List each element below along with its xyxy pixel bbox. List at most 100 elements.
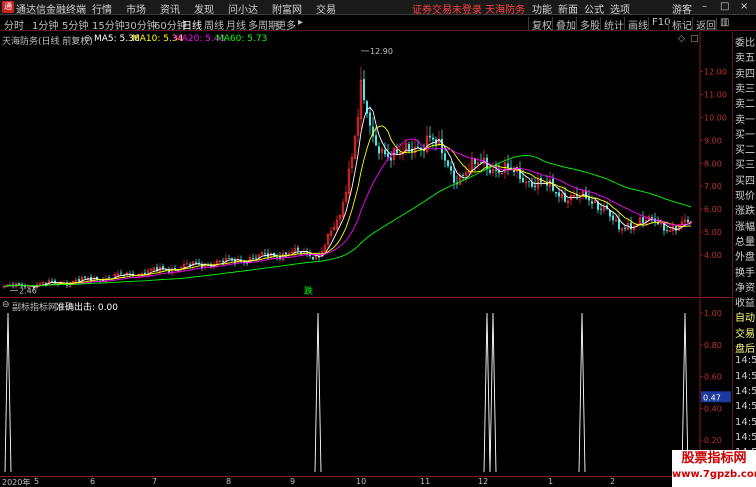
quote-field-label[interactable]: 盘后 bbox=[735, 340, 755, 355]
login-notice[interactable]: 证券交易未登录 天海防务 bbox=[412, 1, 525, 16]
quote-field-label[interactable]: 自动 bbox=[735, 309, 755, 324]
menu-wenxiaoda[interactable]: 问小达 bbox=[228, 1, 258, 16]
date-label: 5 bbox=[34, 477, 40, 486]
layout-icon[interactable]: ▥ bbox=[716, 17, 729, 30]
indicator-panel[interactable]: 1.00 0.80 0.60 0.40 0.20 0.47 ⊖ 副标指标网 准确出击: 0… bbox=[0, 299, 732, 476]
candle-down bbox=[600, 208, 602, 210]
quote-field-label: 买四 bbox=[735, 175, 755, 187]
period-toolbar: 分时 1分钟 5分钟 15分钟 30分钟 60分钟 日线 周线 月线 多周期 更… bbox=[0, 16, 756, 32]
candle-down bbox=[453, 170, 455, 183]
tab-minute[interactable]: 分时 bbox=[4, 17, 24, 32]
stats-button[interactable]: 统计 bbox=[600, 17, 624, 32]
indicator-collapse-icon[interactable]: ⊖ bbox=[2, 300, 10, 310]
quote-field-label: 外盘 bbox=[735, 252, 755, 264]
candle-down bbox=[534, 185, 536, 188]
price-tick-label: 10.00 bbox=[704, 113, 727, 122]
menu-options[interactable]: 选项 bbox=[610, 1, 630, 16]
candle-down bbox=[120, 272, 122, 274]
date-label: 9 bbox=[290, 477, 296, 486]
quote-field-label: 买一 bbox=[735, 129, 755, 141]
date-label: 7 bbox=[152, 477, 158, 486]
price-tick-label: 5.00 bbox=[704, 228, 722, 237]
collapse-icon[interactable]: ⊖ bbox=[84, 34, 92, 44]
menu-formula[interactable]: 公式 bbox=[584, 1, 604, 16]
candle-down bbox=[312, 257, 314, 260]
tab-1min[interactable]: 1分钟 bbox=[32, 17, 58, 32]
candle-down bbox=[558, 192, 560, 197]
menu-new-page[interactable]: 新面 bbox=[558, 1, 578, 16]
candle-down bbox=[612, 215, 614, 221]
quote-field-label: 涨幅 bbox=[735, 221, 755, 233]
mark-button[interactable]: 标记 bbox=[668, 17, 692, 32]
candle-up bbox=[185, 263, 189, 265]
candle-down bbox=[78, 279, 80, 282]
quote-field-label: 现价 bbox=[735, 191, 755, 202]
quote-field-label: 卖二 bbox=[735, 99, 755, 111]
signal-spike bbox=[489, 312, 497, 473]
back-button[interactable]: 返回 bbox=[692, 17, 716, 32]
stock-name-label: 天海防务(日线 前复权) bbox=[2, 37, 93, 47]
multi-stock-button[interactable]: 多股 bbox=[576, 17, 600, 32]
low-price-label: 2.46 bbox=[19, 286, 37, 295]
minimize-icon[interactable]: – bbox=[702, 1, 707, 12]
candle-down bbox=[591, 201, 593, 204]
signal-marker: 跌 bbox=[304, 286, 313, 297]
menu-futures[interactable]: 附富网 bbox=[272, 1, 302, 16]
date-label: 2020年 bbox=[2, 478, 31, 487]
price-chart-panel[interactable]: 12.00 11.00 10.00 9.00 8.00 7.00 6.00 5.00 4.00 1… bbox=[0, 32, 732, 298]
menu-quotes[interactable]: 行情 bbox=[92, 1, 112, 16]
tab-5min[interactable]: 5分钟 bbox=[62, 17, 88, 32]
indicator-tick-label: 0.20 bbox=[704, 436, 722, 445]
expand-icon[interactable]: □ bbox=[690, 34, 699, 44]
candle-down bbox=[255, 257, 257, 259]
price-tick-label: 8.00 bbox=[704, 159, 722, 168]
tab-monthly[interactable]: 月线 bbox=[226, 17, 246, 32]
indicator-chart[interactable]: 1.00 0.80 0.60 0.40 0.20 0.47 bbox=[0, 299, 732, 476]
settings-diamond-icon[interactable]: ◇ bbox=[678, 34, 685, 44]
tab-15min[interactable]: 15分钟 bbox=[92, 17, 125, 32]
signal-spike bbox=[314, 312, 322, 473]
tab-more[interactable]: 更多 bbox=[276, 17, 296, 32]
candle-down bbox=[84, 276, 86, 278]
candle-down bbox=[285, 252, 287, 255]
price-tick-label: 4.00 bbox=[704, 251, 722, 260]
price-tick-label: 6.00 bbox=[704, 205, 722, 214]
tab-weekly[interactable]: 周线 bbox=[204, 17, 224, 32]
candle-down bbox=[666, 230, 668, 232]
quote-field-label: 卖一 bbox=[735, 114, 755, 126]
more-chevron-icon[interactable]: ▸ bbox=[298, 17, 303, 28]
adjust-button[interactable]: 复权 bbox=[528, 17, 552, 32]
candle-down bbox=[528, 181, 530, 182]
date-label: 12 bbox=[478, 477, 489, 486]
draw-line-button[interactable]: 画线 bbox=[624, 17, 648, 32]
overlay-button[interactable]: 叠加 bbox=[552, 17, 576, 32]
candle-down bbox=[222, 260, 224, 262]
candle-down bbox=[495, 170, 497, 171]
indicator-tick-label: 1.00 bbox=[704, 309, 722, 318]
price-chart[interactable]: 12.00 11.00 10.00 9.00 8.00 7.00 6.00 5.00 4.00 1… bbox=[0, 32, 732, 298]
price-tick-label: 7.00 bbox=[704, 182, 722, 191]
quote-field-label: 14:5 bbox=[735, 385, 756, 397]
maximize-icon[interactable]: □ bbox=[720, 1, 729, 12]
user-label[interactable]: 游客 bbox=[672, 1, 692, 16]
quote-field-label: 总量 bbox=[735, 236, 755, 248]
menu-news[interactable]: 资讯 bbox=[160, 1, 180, 16]
menu-function[interactable]: 功能 bbox=[532, 1, 552, 16]
candle-down bbox=[519, 168, 521, 179]
quote-field-label: 委比 bbox=[735, 38, 755, 49]
tab-multi-period[interactable]: 多周期 bbox=[248, 17, 278, 32]
candle-down bbox=[51, 281, 53, 283]
candle-down bbox=[108, 277, 110, 278]
menu-discover[interactable]: 发现 bbox=[194, 1, 214, 16]
candle-down bbox=[489, 169, 491, 173]
close-icon[interactable]: × bbox=[740, 1, 748, 12]
candle-down bbox=[390, 157, 392, 161]
quote-field-label: 14:5 bbox=[735, 431, 756, 443]
candle-down bbox=[276, 256, 278, 258]
tab-30min[interactable]: 30分钟 bbox=[124, 17, 157, 32]
menu-market[interactable]: 市场 bbox=[126, 1, 146, 16]
menu-trade[interactable]: 交易 bbox=[316, 1, 336, 16]
quote-field-label: 收益 bbox=[735, 298, 755, 310]
quote-field-label[interactable]: 交易 bbox=[735, 325, 755, 340]
tab-daily[interactable]: 日线 bbox=[182, 17, 202, 32]
